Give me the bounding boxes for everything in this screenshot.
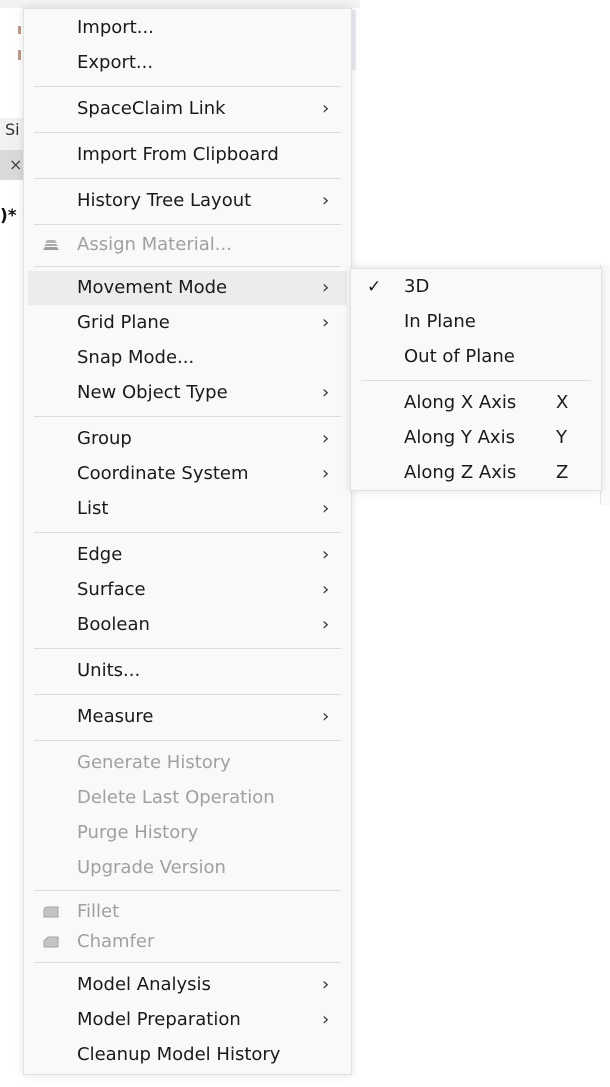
chevron-right-icon: › (322, 1009, 330, 1030)
shortcut-key: Y (556, 427, 567, 448)
menu-item-import[interactable]: Import... (24, 11, 351, 45)
background-panel-label: Si (5, 120, 20, 139)
chevron-right-icon: › (322, 312, 330, 333)
chevron-right-icon: › (322, 544, 330, 565)
menu-separator (34, 266, 341, 267)
chevron-right-icon: › (322, 190, 330, 211)
chevron-right-icon: › (322, 277, 330, 298)
submenu-item-along-y-axis[interactable]: Along Y Axis Y (351, 421, 601, 455)
shortcut-key: Z (556, 462, 569, 483)
menu-separator (34, 224, 341, 225)
menu-item-edge[interactable]: Edge › (24, 538, 351, 572)
chevron-right-icon: › (322, 974, 330, 995)
menu-item-assign-material[interactable]: Assign Material... (24, 228, 351, 262)
menu-item-group[interactable]: Group › (24, 422, 351, 456)
menu-item-movement-mode[interactable]: Movement Mode › (28, 271, 347, 305)
chevron-right-icon: › (322, 428, 330, 449)
background-toolbar (0, 0, 360, 8)
submenu-item-out-of-plane[interactable]: Out of Plane (351, 340, 601, 374)
menu-separator (34, 962, 341, 963)
menu-item-list[interactable]: List › (24, 492, 351, 526)
chamfer-icon (43, 936, 59, 948)
submenu-item-along-x-axis[interactable]: Along X Axis X (351, 386, 601, 420)
menu-separator (34, 532, 341, 533)
background-fragment (18, 26, 21, 34)
menu-item-surface[interactable]: Surface › (24, 573, 351, 607)
chevron-right-icon: › (322, 463, 330, 484)
checkmark-icon: ✓ (367, 277, 382, 297)
menu-item-coordinate-system[interactable]: Coordinate System › (24, 457, 351, 491)
menu-separator (34, 178, 341, 179)
chevron-right-icon: › (322, 382, 330, 403)
movement-mode-submenu: ✓ 3D In Plane Out of Plane Along X Axis … (350, 268, 602, 491)
menu-item-fillet[interactable]: Fillet (24, 895, 351, 929)
menu-item-units[interactable]: Units... (24, 654, 351, 688)
close-icon[interactable]: × (9, 155, 22, 174)
chevron-right-icon: › (322, 706, 330, 727)
document-title-fragment: )* (0, 206, 17, 226)
material-icon (43, 240, 59, 250)
menu-separator (34, 132, 341, 133)
menu-separator (34, 740, 341, 741)
submenu-item-in-plane[interactable]: In Plane (351, 305, 601, 339)
menu-separator (34, 694, 341, 695)
menu-item-measure[interactable]: Measure › (24, 700, 351, 734)
menu-item-delete-last-operation[interactable]: Delete Last Operation (24, 781, 351, 815)
menu-item-grid-plane[interactable]: Grid Plane › (24, 306, 351, 340)
chevron-right-icon: › (322, 614, 330, 635)
menu-item-new-object-type[interactable]: New Object Type › (24, 376, 351, 410)
menu-item-import-from-clipboard[interactable]: Import From Clipboard (24, 138, 351, 172)
submenu-separator (361, 380, 591, 381)
menu-item-history-tree-layout[interactable]: History Tree Layout › (24, 184, 351, 218)
menu-item-export[interactable]: Export... (24, 46, 351, 80)
shortcut-key: X (556, 392, 569, 413)
menu-separator (34, 416, 341, 417)
menu-separator (34, 86, 341, 87)
menu-separator (34, 890, 341, 891)
menu-item-model-analysis[interactable]: Model Analysis › (24, 968, 351, 1002)
background-fragment (18, 50, 21, 60)
fillet-icon (43, 906, 59, 918)
menu-item-upgrade-version[interactable]: Upgrade Version (24, 851, 351, 885)
menu-item-generate-history[interactable]: Generate History (24, 746, 351, 780)
chevron-right-icon: › (322, 498, 330, 519)
context-menu: Import... Export... SpaceClaim Link › Im… (23, 8, 352, 1075)
menu-item-purge-history[interactable]: Purge History (24, 816, 351, 850)
menu-item-boolean[interactable]: Boolean › (24, 608, 351, 642)
menu-item-chamfer[interactable]: Chamfer (24, 925, 351, 959)
menu-item-model-preparation[interactable]: Model Preparation › (24, 1003, 351, 1037)
menu-separator (34, 648, 341, 649)
menu-item-cleanup-model-history[interactable]: Cleanup Model History (24, 1038, 351, 1072)
submenu-item-along-z-axis[interactable]: Along Z Axis Z (351, 456, 601, 490)
menu-item-spaceclaim-link[interactable]: SpaceClaim Link › (24, 92, 351, 126)
submenu-item-3d[interactable]: ✓ 3D (351, 270, 601, 304)
menu-item-snap-mode[interactable]: Snap Mode... (24, 341, 351, 375)
chevron-right-icon: › (322, 579, 330, 600)
chevron-right-icon: › (322, 98, 330, 119)
